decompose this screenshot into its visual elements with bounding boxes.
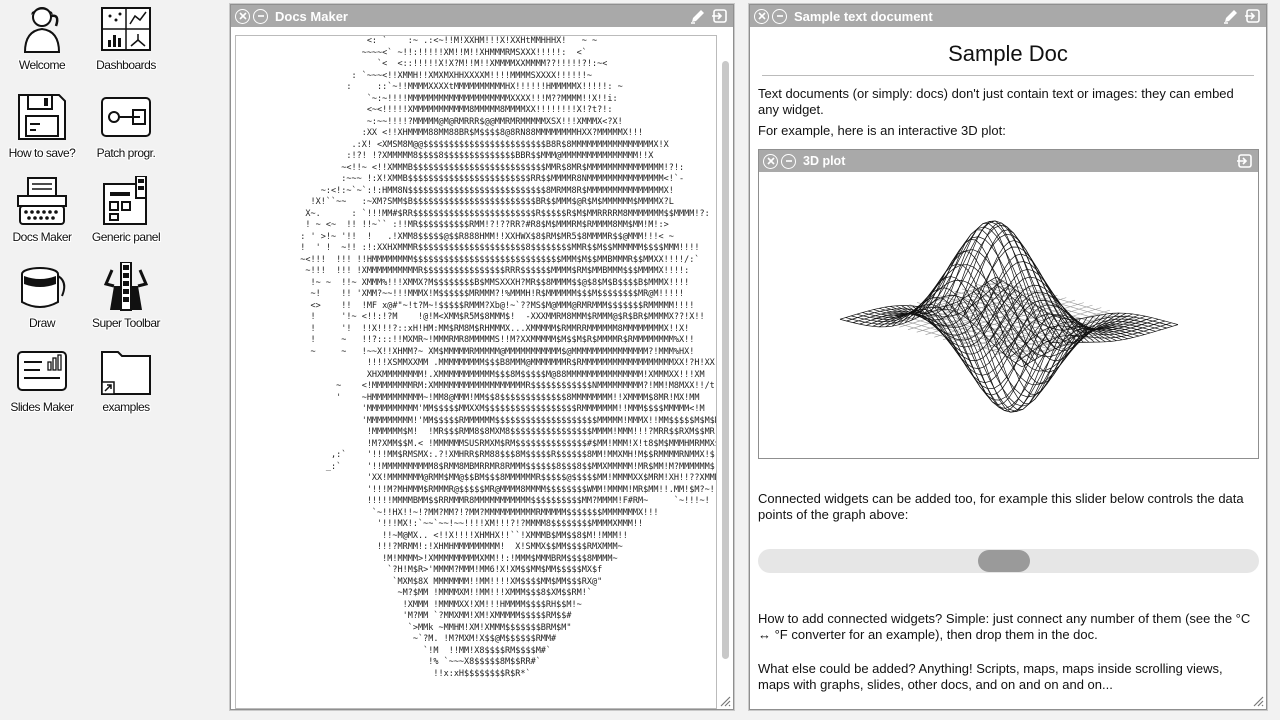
slider-knob[interactable] [978,550,1030,572]
close-icon [238,12,247,20]
plot-3d-window[interactable]: 3D plot [758,149,1259,459]
plot-title: 3D plot [803,154,846,168]
desktop-icon-patch-progr[interactable]: Patch progr. [84,92,168,162]
window-title: Docs Maker [275,8,348,24]
desktop-icon-label: Super Toolbar [92,316,161,330]
close-icon [757,12,766,20]
minimize-button[interactable] [772,8,787,24]
exit-icon[interactable] [1244,7,1262,25]
vertical-scrollbar[interactable] [722,61,729,659]
surface-plot-3d[interactable] [759,172,1258,458]
desktop-icon-dashboards[interactable]: Dashboards [84,4,168,74]
desktop-icon-label: How to save? [8,146,76,160]
desktop-icon-super-toolbar[interactable]: Super Toolbar [84,262,168,332]
slides-icon [17,351,67,391]
folder-icon [101,351,151,395]
desktop-icon-label: Welcome [18,58,66,72]
desktop-icon-label: Slides Maker [10,400,74,414]
minimize-button[interactable] [781,153,796,169]
edit-pencil-icon[interactable] [1222,7,1240,25]
desktop-icon-generic-panel[interactable]: Generic panel [84,176,168,246]
typewriter-icon [17,177,67,225]
close-button[interactable] [763,153,778,169]
minimize-icon [257,15,264,17]
desktop-icon-slides-maker[interactable]: Slides Maker [0,346,84,416]
desktop-icon-examples[interactable]: examples [84,346,168,416]
close-button[interactable] [235,8,250,24]
floppy-disk-icon [18,94,66,140]
resize-handle-icon[interactable] [719,695,731,707]
docs-maker-titlebar[interactable]: Docs Maker [231,5,733,27]
desktop-icon-label: Patch progr. [96,146,156,160]
patch-icon [101,97,151,137]
minimize-icon [776,15,783,17]
desktop-icon-label: Generic panel [91,230,161,244]
edit-pencil-icon[interactable] [689,7,707,25]
desktop-icon-welcome[interactable]: Welcome [0,4,84,74]
resize-handle-icon[interactable] [1252,695,1264,707]
desktop-icon-draw[interactable]: Draw [0,262,84,332]
sample-doc-titlebar[interactable]: Sample text document [750,5,1266,27]
close-icon [766,157,775,165]
desktop-icon-how-to-save[interactable]: How to save? [0,92,84,162]
data-points-slider[interactable] [758,549,1259,573]
sample-doc-window[interactable]: Sample text document Sample Doc Text doc… [749,4,1267,710]
doc-paragraph-connected: Connected widgets can be added too, for … [758,491,1244,522]
exit-icon[interactable] [1236,152,1254,170]
doc-paragraph-intro: Text documents (or simply: docs) don't j… [758,86,1234,117]
divider [762,75,1254,76]
surface-wire [962,298,1145,398]
desktop-icon-docs-maker[interactable]: Docs Maker [0,176,84,246]
window-title: Sample text document [794,8,933,24]
minimize-button[interactable] [253,8,268,24]
plot-titlebar[interactable]: 3D plot [759,150,1258,172]
ascii-art-text: <: ` :~ .:<~!!M!XXHM!!!X!XXHtMMHHHX! ~ ~… [300,36,717,679]
superhero-icon [103,262,149,311]
doc-paragraph-what-else: What else could be added? Anything! Scri… [758,661,1223,692]
person-icon [23,7,61,53]
doc-heading: Sample Doc [948,41,1068,66]
doc-content[interactable]: Sample Doc Text documents (or simply: do… [754,35,1262,705]
exit-icon[interactable] [711,7,729,25]
paint-bucket-icon [21,267,66,308]
doc-paragraph-how-to: How to add connected widgets? Simple: ju… [758,611,1251,642]
ascii-art-panel[interactable]: <: ` :~ .:<~!!M!XXHM!!!X!XXHtMMHHHX! ~ ~… [235,35,717,709]
docs-maker-window[interactable]: Docs Maker <: ` :~ .:<~!!M!XXHM!!!X!XXHt… [230,4,734,710]
doc-paragraph-example: For example, here is an interactive 3D p… [758,123,1006,138]
desktop-icon-label: Draw [28,316,56,330]
desktop-icon-label: examples [102,400,150,414]
desktop-icon-label: Dashboards [96,58,156,72]
dashboard-icon [101,7,151,51]
close-button[interactable] [754,8,769,24]
minimize-icon [785,160,792,162]
desktop-icon-label: Docs Maker [12,230,72,244]
panel-icon [103,176,147,225]
